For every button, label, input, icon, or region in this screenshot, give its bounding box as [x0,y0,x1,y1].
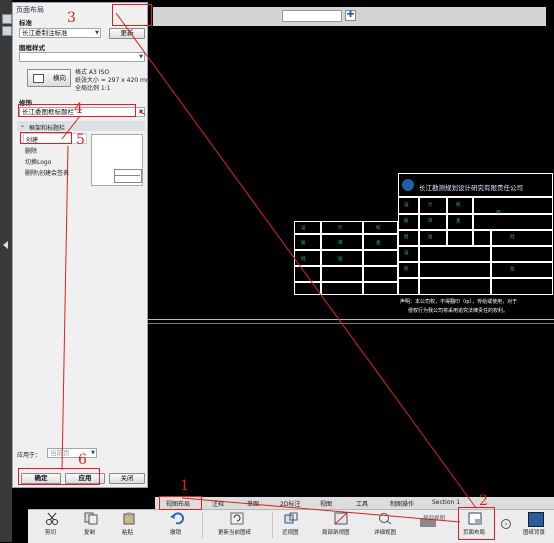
annotation-arrows [61,12,477,523]
arrow-4-to-5 [61,115,81,140]
arrow-2-to-3 [115,12,477,509]
arrow-1-to-2 [181,497,461,523]
arrow-5-to-6 [61,145,69,471]
arrow-4-tail [138,111,146,115]
